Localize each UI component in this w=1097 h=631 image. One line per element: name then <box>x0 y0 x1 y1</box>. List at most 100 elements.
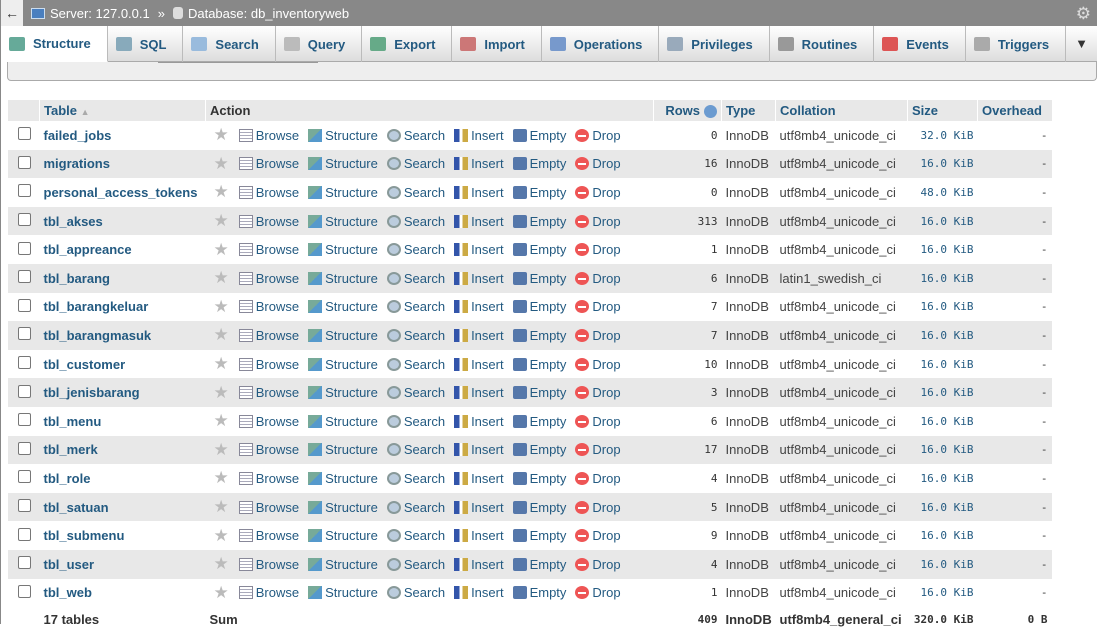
row-checkbox[interactable] <box>17 556 31 570</box>
row-checkbox[interactable] <box>17 155 31 169</box>
browse-action[interactable]: Browse <box>238 471 299 486</box>
insert-action[interactable]: Insert <box>454 328 504 343</box>
empty-action[interactable]: Empty <box>512 328 566 343</box>
drop-action[interactable]: Drop <box>575 385 621 400</box>
type-column-header[interactable]: Type <box>721 100 776 121</box>
empty-action[interactable]: Empty <box>512 214 566 229</box>
favorite-star-icon[interactable]: ★ <box>214 268 229 288</box>
empty-action[interactable]: Empty <box>512 442 566 457</box>
size-link[interactable]: 16.0 KiB <box>907 492 978 522</box>
size-link[interactable]: 16.0 KiB <box>907 464 978 493</box>
empty-action[interactable]: Empty <box>512 357 566 372</box>
insert-action[interactable]: Insert <box>454 185 504 200</box>
breadcrumb-database[interactable]: Database: db_inventoryweb <box>172 6 349 21</box>
gear-icon[interactable]: ⚙ <box>1076 4 1091 24</box>
drop-action[interactable]: Drop <box>575 357 621 372</box>
structure-action[interactable]: Structure <box>308 299 378 314</box>
empty-action[interactable]: Empty <box>512 385 566 400</box>
search-action[interactable]: Search <box>386 156 445 171</box>
table-name-link[interactable]: tbl_customer <box>39 349 206 379</box>
structure-action[interactable]: Structure <box>308 357 378 372</box>
structure-action[interactable]: Structure <box>308 242 378 257</box>
row-checkbox[interactable] <box>17 413 31 427</box>
favorite-star-icon[interactable]: ★ <box>214 154 229 174</box>
search-action[interactable]: Search <box>386 271 445 286</box>
size-link[interactable]: 16.0 KiB <box>907 435 978 465</box>
structure-action[interactable]: Structure <box>308 442 378 457</box>
browse-action[interactable]: Browse <box>238 185 299 200</box>
search-action[interactable]: Search <box>386 242 445 257</box>
search-action[interactable]: Search <box>386 328 445 343</box>
drop-action[interactable]: Drop <box>575 414 621 429</box>
insert-action[interactable]: Insert <box>454 471 504 486</box>
table-name-link[interactable]: tbl_jenisbarang <box>39 378 206 407</box>
empty-action[interactable]: Empty <box>512 271 566 286</box>
browse-action[interactable]: Browse <box>238 271 299 286</box>
tab-export[interactable]: Export <box>362 26 453 62</box>
size-link[interactable]: 16.0 KiB <box>907 263 978 293</box>
insert-action[interactable]: Insert <box>454 242 504 257</box>
table-name-link[interactable]: migrations <box>39 149 206 179</box>
favorite-star-icon[interactable]: ★ <box>214 411 229 431</box>
size-link[interactable]: 16.0 KiB <box>907 349 978 379</box>
tab-query[interactable]: Query <box>276 26 363 62</box>
drop-action[interactable]: Drop <box>575 328 621 343</box>
size-link[interactable]: 16.0 KiB <box>907 206 978 236</box>
browse-action[interactable]: Browse <box>238 214 299 229</box>
structure-action[interactable]: Structure <box>308 271 378 286</box>
row-checkbox[interactable] <box>17 470 31 484</box>
favorite-star-icon[interactable]: ★ <box>214 468 229 488</box>
browse-action[interactable]: Browse <box>238 385 299 400</box>
size-link[interactable]: 16.0 KiB <box>907 321 978 350</box>
search-action[interactable]: Search <box>386 299 445 314</box>
help-icon[interactable] <box>704 105 717 119</box>
collation-column-header[interactable]: Collation <box>775 100 908 121</box>
favorite-star-icon[interactable]: ★ <box>214 526 229 546</box>
table-name-link[interactable]: tbl_satuan <box>39 492 206 522</box>
search-action[interactable]: Search <box>386 357 445 372</box>
row-checkbox[interactable] <box>17 127 31 141</box>
row-checkbox[interactable] <box>17 327 31 341</box>
structure-action[interactable]: Structure <box>308 500 378 515</box>
row-checkbox[interactable] <box>17 270 31 284</box>
insert-action[interactable]: Insert <box>454 271 504 286</box>
structure-action[interactable]: Structure <box>308 528 378 543</box>
insert-action[interactable]: Insert <box>454 500 504 515</box>
insert-action[interactable]: Insert <box>454 385 504 400</box>
rows-column-header[interactable]: Rows <box>653 100 722 121</box>
favorite-star-icon[interactable]: ★ <box>214 297 229 317</box>
size-link[interactable]: 16.0 KiB <box>907 578 978 608</box>
search-action[interactable]: Search <box>386 185 445 200</box>
search-action[interactable]: Search <box>386 557 445 572</box>
empty-action[interactable]: Empty <box>512 299 566 314</box>
search-action[interactable]: Search <box>386 414 445 429</box>
favorite-star-icon[interactable]: ★ <box>214 211 229 231</box>
empty-action[interactable]: Empty <box>512 585 566 600</box>
tab-sql[interactable]: SQL <box>108 26 184 62</box>
row-checkbox[interactable] <box>17 298 31 312</box>
drop-action[interactable]: Drop <box>575 128 621 143</box>
size-link[interactable]: 16.0 KiB <box>907 149 978 179</box>
table-name-link[interactable]: tbl_web <box>39 578 206 608</box>
browse-action[interactable]: Browse <box>238 156 299 171</box>
search-action[interactable]: Search <box>386 214 445 229</box>
structure-action[interactable]: Structure <box>308 557 378 572</box>
table-name-link[interactable]: tbl_role <box>39 464 206 493</box>
favorite-star-icon[interactable]: ★ <box>214 383 229 403</box>
drop-action[interactable]: Drop <box>575 585 621 600</box>
empty-action[interactable]: Empty <box>512 156 566 171</box>
structure-action[interactable]: Structure <box>308 471 378 486</box>
drop-action[interactable]: Drop <box>575 185 621 200</box>
favorite-star-icon[interactable]: ★ <box>214 125 229 145</box>
tab-events[interactable]: Events <box>874 26 966 62</box>
search-action[interactable]: Search <box>386 128 445 143</box>
drop-action[interactable]: Drop <box>575 500 621 515</box>
drop-action[interactable]: Drop <box>575 557 621 572</box>
table-name-link[interactable]: tbl_user <box>39 549 206 579</box>
favorite-star-icon[interactable]: ★ <box>214 354 229 374</box>
empty-action[interactable]: Empty <box>512 500 566 515</box>
drop-action[interactable]: Drop <box>575 299 621 314</box>
table-column-header[interactable]: Table ▲ <box>39 100 206 121</box>
more-tabs-chevron-icon[interactable]: ▼ <box>1066 26 1097 61</box>
browse-action[interactable]: Browse <box>238 414 299 429</box>
